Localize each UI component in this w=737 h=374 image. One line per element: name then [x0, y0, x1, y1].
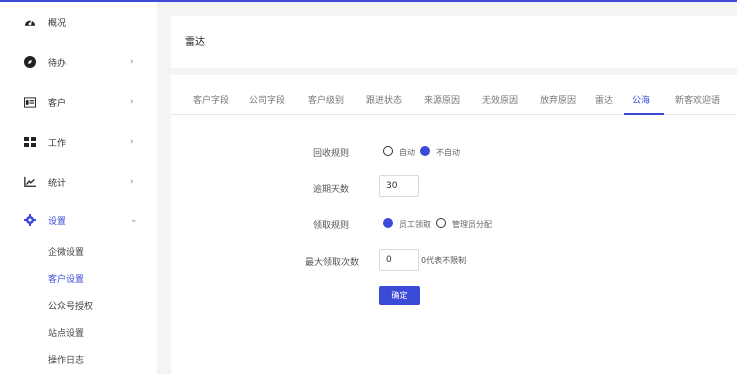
sidebar-item-label: 设置 [48, 216, 67, 227]
confirm-button[interactable]: 确定 [379, 286, 420, 305]
tab-company-fields[interactable]: 公司字段 [249, 93, 285, 106]
tab-customer-fields[interactable]: 客户字段 [193, 93, 229, 106]
page-title: 雷达 [185, 37, 205, 48]
overdue-days-label: 逾期天数 [313, 185, 350, 195]
max-claims-input[interactable]: 0 [379, 249, 419, 271]
chevron-right-icon: › [130, 97, 134, 107]
sidebar-item-label: 客户 [48, 98, 67, 109]
sidebar-item-label: 概况 [48, 18, 67, 29]
recycle-rule-auto-label[interactable]: 自动 [399, 147, 415, 158]
tab-source-reason[interactable]: 来源原因 [424, 93, 460, 106]
tab-public-sea[interactable]: 公海 [632, 93, 650, 106]
active-tab-indicator [624, 113, 664, 115]
claim-rule-label: 领取规则 [313, 221, 350, 231]
claim-rule-employee-radio[interactable] [383, 218, 393, 228]
max-claims-label: 最大领取次数 [305, 258, 360, 268]
sidebar-subitem-operation-log[interactable]: 操作日志 [48, 353, 84, 366]
chevron-right-icon: › [130, 137, 134, 147]
gear-icon [24, 214, 36, 226]
claim-rule-employee-label[interactable]: 员工领取 [399, 219, 431, 230]
contact-card-icon [24, 96, 36, 108]
sidebar-item-label: 待办 [48, 58, 67, 69]
recycle-rule-auto-radio[interactable] [383, 146, 393, 156]
sidebar-item-label: 统计 [48, 178, 67, 189]
line-chart-icon [24, 176, 36, 188]
settings-panel: 客户字段 公司字段 客户级别 跟进状态 来源原因 无效原因 放弃原因 雷达 公海… [171, 75, 737, 374]
compass-icon [24, 56, 36, 68]
chevron-down-icon: ⌄ [130, 215, 138, 225]
chevron-right-icon: › [130, 57, 134, 67]
sidebar-item-todo[interactable]: 待办 › [0, 52, 157, 72]
sidebar-subitem-customer-settings[interactable]: 客户设置 [48, 272, 84, 285]
max-claims-hint: 0代表不限制 [421, 256, 467, 265]
sidebar-subitem-wecom-settings[interactable]: 企微设置 [48, 245, 84, 258]
tab-follow-status[interactable]: 跟进状态 [366, 93, 402, 106]
sidebar-subitem-site-settings[interactable]: 站点设置 [48, 326, 84, 339]
tab-bar: 客户字段 公司字段 客户级别 跟进状态 来源原因 无效原因 放弃原因 雷达 公海… [171, 75, 737, 115]
page-header: 雷达 [171, 16, 737, 68]
tab-abandon-reason[interactable]: 放弃原因 [540, 93, 576, 106]
tab-new-customer-welcome[interactable]: 新客欢迎语 [675, 93, 720, 106]
grid-icon [24, 136, 36, 148]
recycle-rule-label: 回收规则 [313, 149, 350, 159]
sidebar: 概况 待办 › 客户 › 工作 › 统计 › 设置 ⌄ 企微设置 客户设置 公众… [0, 2, 157, 374]
sidebar-item-customers[interactable]: 客户 › [0, 92, 157, 112]
recycle-rule-manual-radio[interactable] [420, 146, 430, 156]
sidebar-item-label: 工作 [48, 138, 67, 149]
chevron-right-icon: › [130, 177, 134, 187]
dashboard-icon [24, 16, 36, 28]
tab-invalid-reason[interactable]: 无效原因 [482, 93, 518, 106]
claim-rule-admin-radio[interactable] [436, 218, 446, 228]
tab-radar[interactable]: 雷达 [595, 93, 613, 106]
sidebar-item-settings[interactable]: 设置 ⌄ [0, 210, 157, 230]
tab-customer-level[interactable]: 客户级别 [308, 93, 344, 106]
sidebar-item-statistics[interactable]: 统计 › [0, 172, 157, 192]
sidebar-item-overview[interactable]: 概况 [0, 12, 157, 32]
sidebar-item-work[interactable]: 工作 › [0, 132, 157, 152]
overdue-days-input[interactable]: 30 [379, 175, 419, 197]
recycle-rule-manual-label[interactable]: 不自动 [436, 147, 460, 158]
claim-rule-admin-label[interactable]: 管理员分配 [452, 219, 492, 230]
sidebar-subitem-official-account-auth[interactable]: 公众号授权 [48, 299, 93, 312]
